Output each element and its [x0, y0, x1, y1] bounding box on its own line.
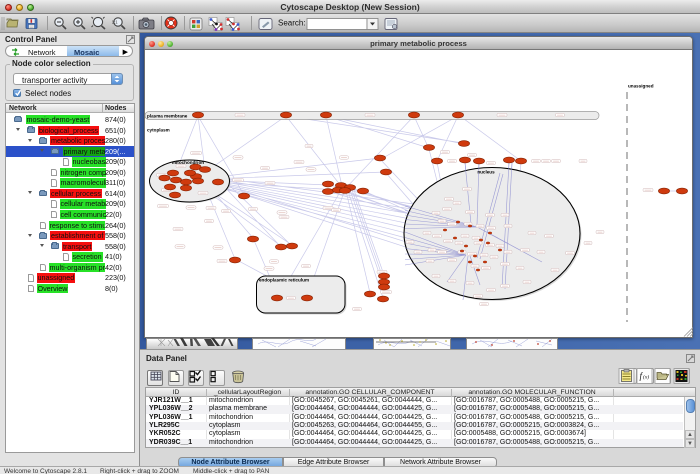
svg-text:(x): (x) [643, 374, 649, 381]
svg-text:unassigned: unassigned [628, 84, 654, 89]
svg-text:1:1: 1:1 [112, 20, 118, 25]
svg-text:endoplasmic reticulum: endoplasmic reticulum [259, 278, 309, 283]
svg-text:Search:: Search: [278, 19, 306, 28]
svg-text:mitochondrion: mitochondrion [172, 160, 204, 165]
svg-text:cytoplasm: cytoplasm [147, 128, 170, 133]
svg-text:plasma membrane: plasma membrane [147, 114, 188, 119]
svg-text:nucleus: nucleus [477, 170, 495, 175]
